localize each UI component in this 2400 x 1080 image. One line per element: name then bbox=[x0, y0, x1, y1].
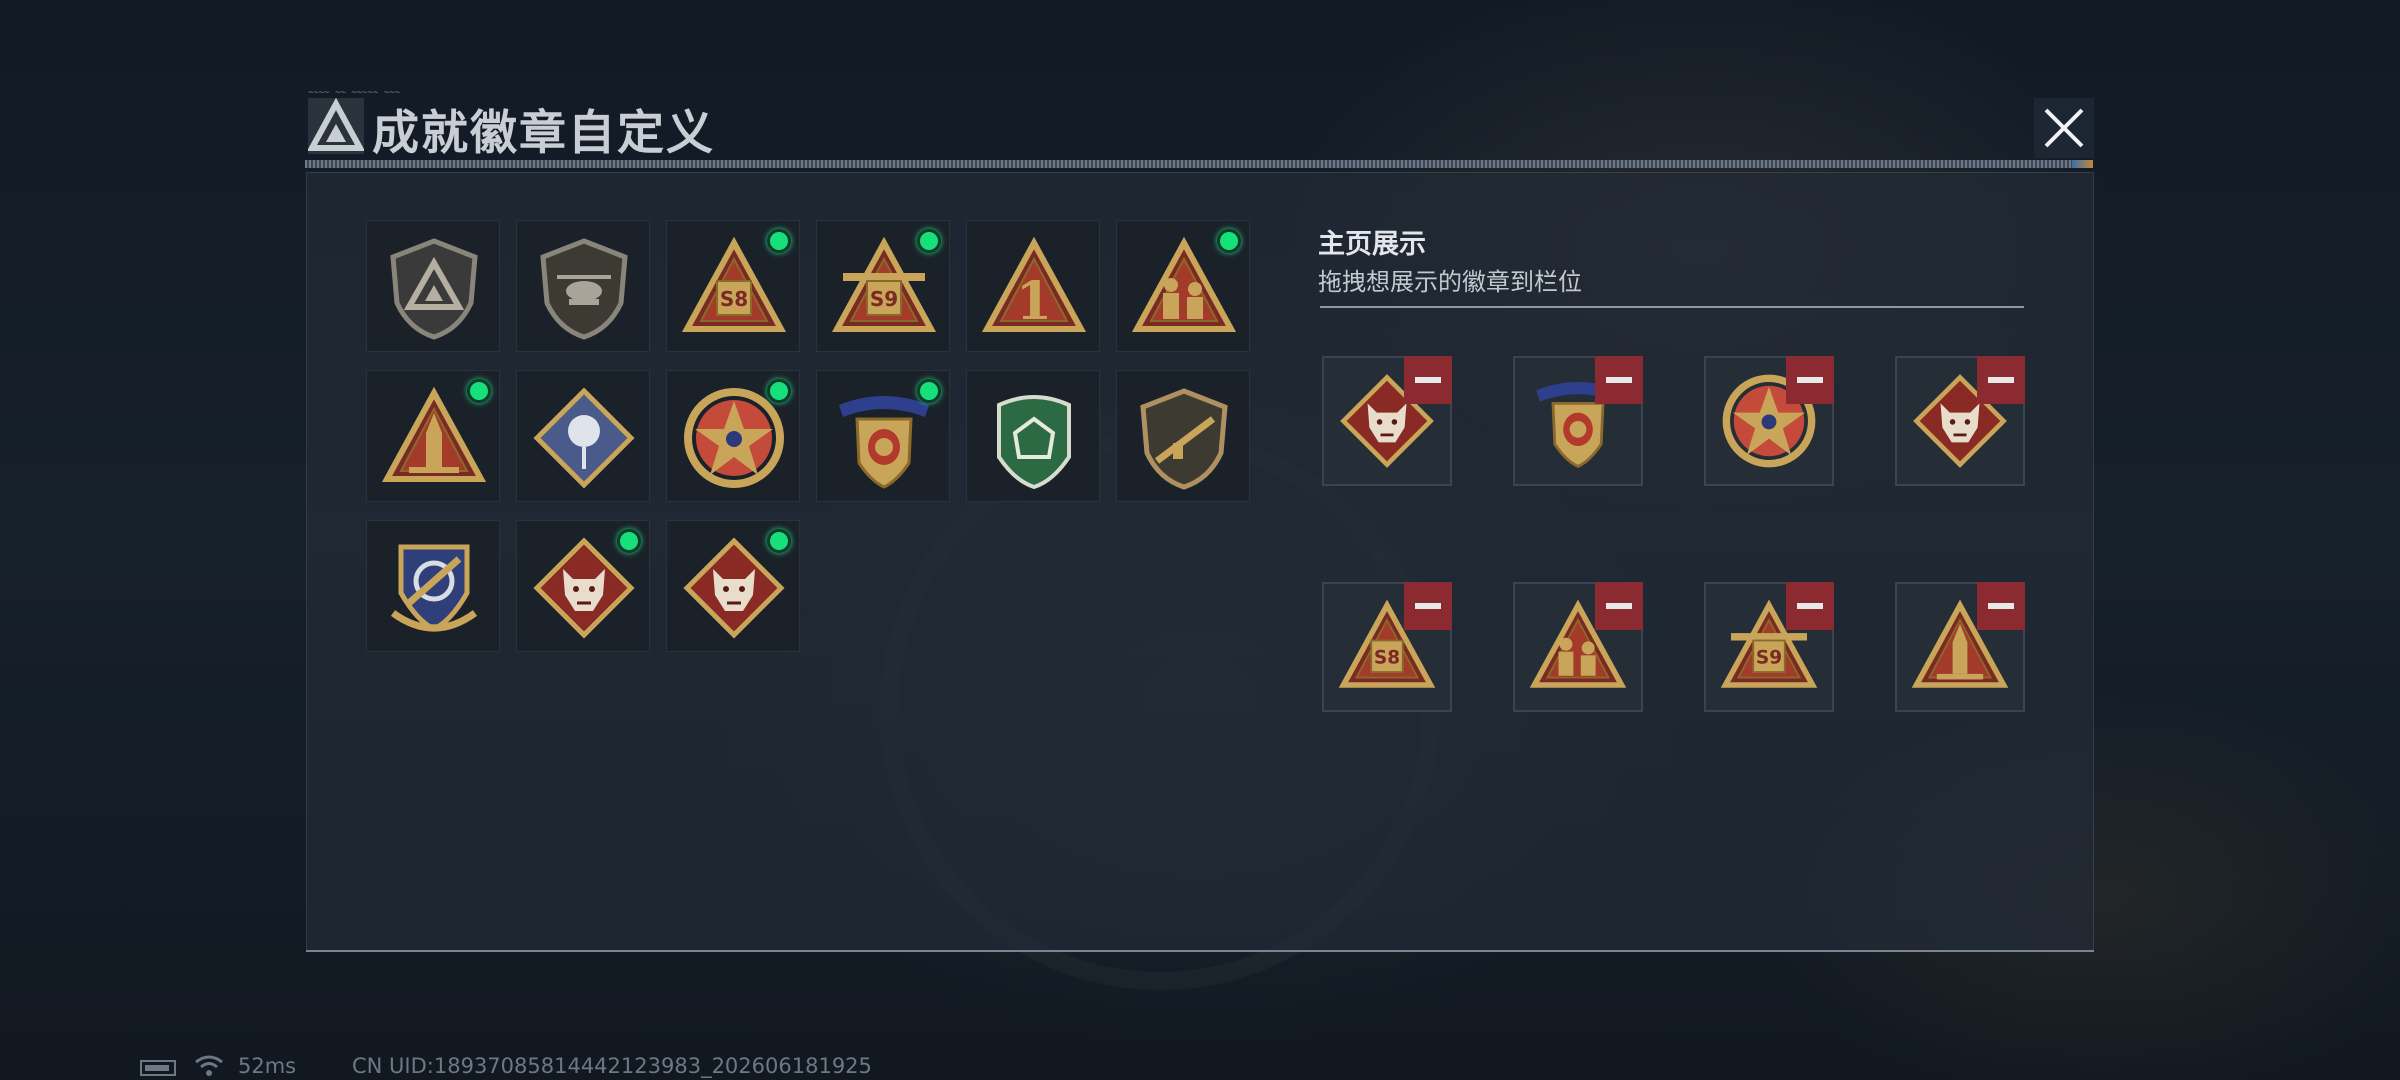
display-slot[interactable] bbox=[1513, 356, 1643, 486]
badge-tile[interactable] bbox=[366, 220, 500, 352]
svg-text:1: 1 bbox=[1016, 271, 1052, 332]
badge-tile[interactable] bbox=[366, 370, 500, 502]
panel-bottom-border bbox=[306, 950, 2094, 952]
badge-tile[interactable] bbox=[666, 370, 800, 502]
badge-tile[interactable] bbox=[1116, 220, 1250, 352]
close-icon bbox=[2044, 108, 2084, 148]
display-slot[interactable]: S9 bbox=[1704, 582, 1834, 712]
new-indicator-dot bbox=[767, 229, 791, 253]
badge-tile[interactable] bbox=[966, 370, 1100, 502]
badge-tile[interactable] bbox=[366, 520, 500, 652]
wifi-icon bbox=[195, 1055, 223, 1076]
badge-tile[interactable] bbox=[666, 520, 800, 652]
display-slot[interactable] bbox=[1895, 582, 2025, 712]
close-button[interactable] bbox=[2034, 98, 2094, 158]
new-indicator-dot bbox=[767, 529, 791, 553]
badge-tile[interactable]: 1 bbox=[966, 220, 1100, 352]
grey-triangle-shield-badge-icon bbox=[390, 238, 478, 340]
svg-text:S9: S9 bbox=[870, 287, 898, 311]
new-indicator-dot bbox=[617, 529, 641, 553]
page-title: 成就徽章自定义 bbox=[372, 106, 715, 161]
badge-tile[interactable]: S9 bbox=[816, 220, 950, 352]
header-divider bbox=[305, 160, 2093, 168]
new-indicator-dot bbox=[467, 379, 491, 403]
battery-icon bbox=[140, 1060, 176, 1076]
svg-text:S8: S8 bbox=[1374, 648, 1400, 669]
blue-sword-shield-badge-icon bbox=[390, 544, 478, 632]
remove-badge-button[interactable] bbox=[1786, 356, 1834, 404]
svg-text:S8: S8 bbox=[720, 287, 748, 311]
badge-tile[interactable] bbox=[516, 220, 650, 352]
new-indicator-dot bbox=[917, 229, 941, 253]
badge-tile[interactable] bbox=[516, 520, 650, 652]
badge-tile[interactable] bbox=[816, 370, 950, 502]
display-slot[interactable] bbox=[1895, 356, 2025, 486]
helicopter-shield-badge-icon bbox=[540, 238, 628, 340]
remove-badge-button[interactable] bbox=[1404, 582, 1452, 630]
dialog-header: ~~~~ ~~ ~~~~~ ~~~ 成就徽章自定义 bbox=[300, 88, 2100, 168]
game-logo-icon bbox=[308, 98, 364, 154]
display-section-divider bbox=[1320, 306, 2024, 308]
new-indicator-dot bbox=[1217, 229, 1241, 253]
display-slot[interactable] bbox=[1704, 356, 1834, 486]
remove-badge-button[interactable] bbox=[1977, 356, 2025, 404]
new-indicator-dot bbox=[917, 379, 941, 403]
badge-tile[interactable]: S8 bbox=[666, 220, 800, 352]
display-slot[interactable] bbox=[1513, 582, 1643, 712]
user-uid: CN UID:18937085814442123983_202606181925 bbox=[352, 1054, 872, 1078]
display-slot[interactable] bbox=[1322, 356, 1452, 486]
svg-text:S9: S9 bbox=[1756, 648, 1782, 669]
remove-badge-button[interactable] bbox=[1595, 582, 1643, 630]
display-section-subtitle: 拖拽想展示的徽章到栏位 bbox=[1318, 268, 1582, 296]
new-indicator-dot bbox=[767, 379, 791, 403]
remove-badge-button[interactable] bbox=[1595, 356, 1643, 404]
badge-tile[interactable] bbox=[1116, 370, 1250, 502]
ping-readout: 52ms bbox=[238, 1054, 297, 1078]
rifle-shield-badge-icon bbox=[1140, 388, 1228, 490]
remove-badge-button[interactable] bbox=[1977, 582, 2025, 630]
display-section-title: 主页展示 bbox=[1318, 229, 1426, 260]
rose-diamond-badge-icon bbox=[533, 387, 635, 489]
green-gem-shield-badge-icon bbox=[997, 395, 1071, 490]
badge-tile[interactable] bbox=[516, 370, 650, 502]
display-slot[interactable]: S8 bbox=[1322, 582, 1452, 712]
remove-badge-button[interactable] bbox=[1786, 582, 1834, 630]
number-one-triangle-badge-icon: 1 bbox=[981, 236, 1087, 332]
header-divider-accent bbox=[2072, 160, 2093, 168]
remove-badge-button[interactable] bbox=[1404, 356, 1452, 404]
